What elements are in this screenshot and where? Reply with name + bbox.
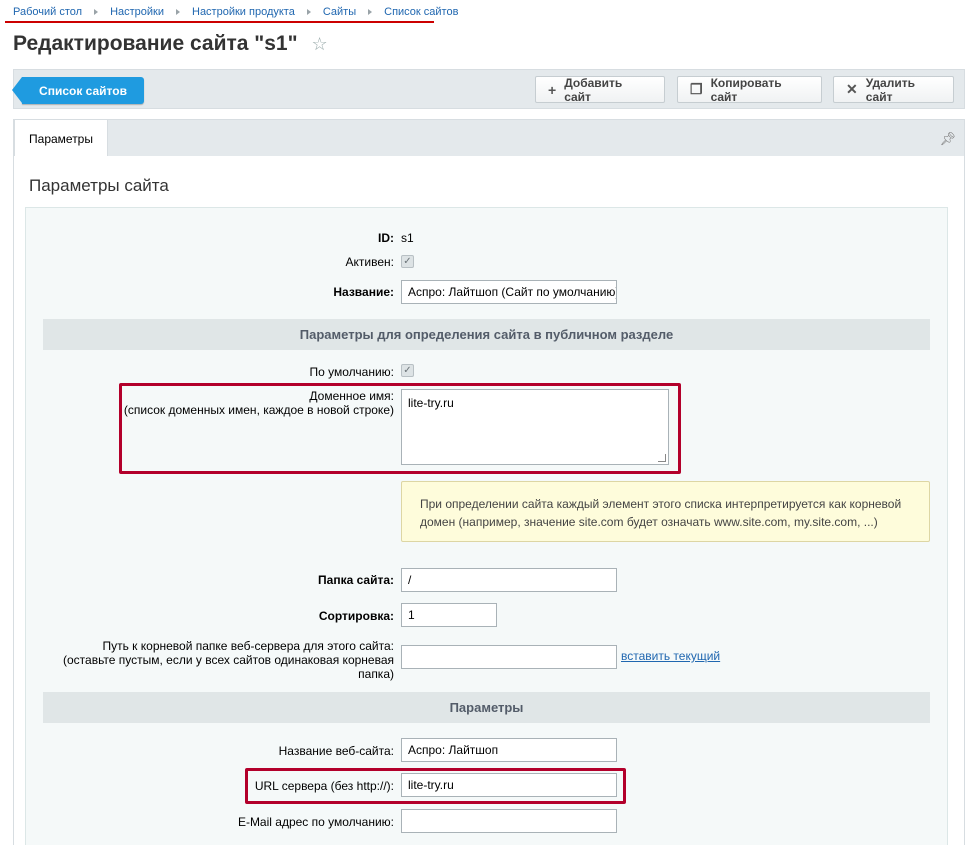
toolbar: Список сайтов + Добавить сайт ❐ Копирова… xyxy=(12,69,965,109)
active-checkbox[interactable]: ✓ xyxy=(401,255,414,268)
params-heading: Параметры xyxy=(43,692,930,723)
site-list-back-button[interactable]: Список сайтов xyxy=(12,77,144,104)
highlight-underline xyxy=(5,21,434,23)
page-title: Редактирование сайта "s1" ☆ xyxy=(13,32,328,56)
insert-current-link[interactable]: вставить текущий xyxy=(621,649,720,663)
sort-field[interactable]: 1 xyxy=(401,603,497,627)
id-value: s1 xyxy=(401,231,414,245)
chevron-right-icon xyxy=(368,9,373,15)
domain-label: Доменное имя: (список доменных имен, каж… xyxy=(94,389,394,417)
docroot-field[interactable] xyxy=(401,645,617,669)
copy-icon: ❐ xyxy=(690,81,703,97)
folder-field[interactable]: / xyxy=(401,568,617,592)
resize-handle-icon[interactable] xyxy=(658,454,666,462)
pin-icon[interactable]: 📌︎ xyxy=(939,131,956,147)
name-label: Название: xyxy=(333,285,394,299)
chevron-right-icon xyxy=(176,9,180,15)
domain-label-line2: (список доменных имен, каждое в новой ст… xyxy=(123,403,394,417)
domain-value: lite-try.ru xyxy=(408,396,454,410)
add-site-button[interactable]: + Добавить сайт xyxy=(535,75,665,104)
email-field[interactable] xyxy=(401,809,617,833)
docroot-label-line1: Путь к корневой папке веб-сервера для эт… xyxy=(102,639,394,653)
breadcrumb-site-list[interactable]: Список сайтов xyxy=(384,6,458,18)
tab-parameters[interactable]: Параметры xyxy=(14,119,108,157)
delete-site-label: Удалить сайт xyxy=(865,75,915,104)
site-name-field[interactable]: Аспро: Лайтшоп (Сайт по умолчанию) xyxy=(401,280,617,304)
copy-site-label: Копировать сайт xyxy=(710,75,782,104)
default-checkbox[interactable]: ✓ xyxy=(401,364,414,377)
tab-parameters-label: Параметры xyxy=(29,131,93,146)
default-label: По умолчанию: xyxy=(309,365,395,379)
domain-textarea[interactable]: lite-try.ru xyxy=(401,389,669,465)
plus-icon: + xyxy=(548,81,557,98)
email-label: E-Mail адрес по умолчанию: xyxy=(237,815,394,829)
breadcrumb: Рабочий стол Настройки Настройки продукт… xyxy=(13,6,458,18)
page-title-text: Редактирование сайта "s1" xyxy=(13,32,298,55)
back-button-label: Список сайтов xyxy=(39,83,127,98)
docroot-label: Путь к корневой папке веб-сервера для эт… xyxy=(44,639,394,681)
breadcrumb-product-settings[interactable]: Настройки продукта xyxy=(192,6,295,18)
server-url-label: URL сервера (без http://): xyxy=(254,779,394,793)
domain-note: При определении сайта каждый элемент это… xyxy=(401,481,930,542)
public-section-heading: Параметры для определения сайта в публич… xyxy=(43,319,930,350)
star-icon[interactable]: ☆ xyxy=(312,34,328,55)
close-icon: ✕ xyxy=(846,81,858,97)
add-site-label: Добавить сайт xyxy=(564,75,623,104)
docroot-label-line3: папка) xyxy=(358,667,394,681)
chevron-right-icon xyxy=(306,9,311,15)
breadcrumb-sites[interactable]: Сайты xyxy=(323,6,356,18)
server-url-field[interactable]: lite-try.ru xyxy=(401,773,617,797)
chevron-right-icon xyxy=(94,9,99,15)
copy-site-button[interactable]: ❐ Копировать сайт xyxy=(677,75,822,104)
section-title: Параметры сайта xyxy=(29,176,169,195)
docroot-label-line2: (оставьте пустым, если у всех сайтов оди… xyxy=(63,653,394,667)
sort-label: Сортировка: xyxy=(318,609,394,623)
breadcrumb-settings[interactable]: Настройки xyxy=(110,6,164,18)
id-label: ID: xyxy=(378,231,394,245)
domain-label-line1: Доменное имя: xyxy=(309,389,394,403)
tab-bar: Параметры 📌︎ xyxy=(13,119,965,157)
folder-label: Папка сайта: xyxy=(318,573,394,587)
site-title-field[interactable]: Аспро: Лайтшоп xyxy=(401,738,617,762)
delete-site-button[interactable]: ✕ Удалить сайт xyxy=(833,75,954,104)
active-label: Активен: xyxy=(345,255,394,269)
site-title-label: Название веб-сайта: xyxy=(278,744,394,758)
breadcrumb-desktop[interactable]: Рабочий стол xyxy=(13,6,82,18)
